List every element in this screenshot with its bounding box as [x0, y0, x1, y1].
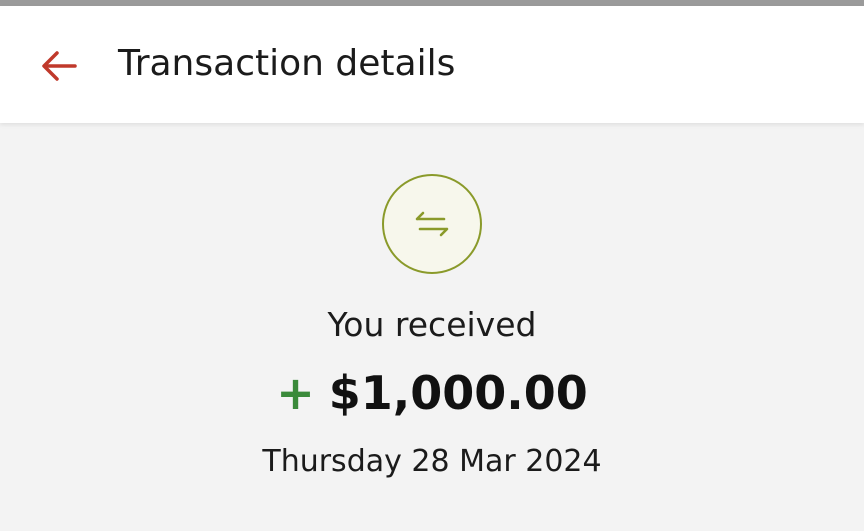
- transaction-label: You received: [327, 305, 537, 344]
- amount-value: $1,000.00: [328, 366, 588, 420]
- transfer-arrows-icon: [382, 174, 482, 274]
- app-header: Transaction details: [0, 6, 864, 123]
- transaction-amount: + $1,000.00: [0, 365, 864, 421]
- back-button[interactable]: [36, 46, 82, 86]
- arrow-left-icon: [39, 48, 79, 84]
- transaction-date: Thursday 28 Mar 2024: [262, 444, 602, 479]
- page-title: Transaction details: [118, 43, 456, 84]
- amount-sign: +: [276, 366, 315, 420]
